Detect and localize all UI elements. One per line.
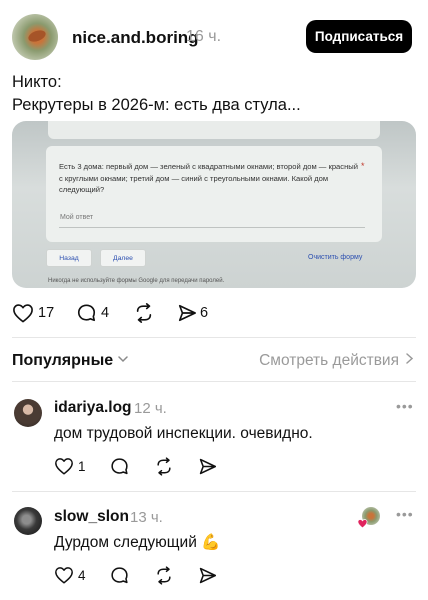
heart-icon: [54, 566, 74, 584]
share-count: 6: [200, 305, 209, 321]
form-answer-line: [59, 227, 365, 228]
comment-reply-icon[interactable]: [110, 457, 129, 481]
post-time: 16 ч.: [186, 28, 222, 45]
comment-text: Дурдом следующий 💪: [54, 534, 221, 551]
heart-filled-icon: [357, 516, 368, 529]
comment-action[interactable]: 4: [76, 303, 109, 323]
comment-username[interactable]: slow_slon: [54, 508, 129, 526]
comment-like-count: 1: [78, 458, 86, 474]
comment-count: 4: [101, 305, 110, 321]
repost-icon: [133, 303, 155, 323]
comment-like-action[interactable]: 4: [54, 566, 86, 584]
heart-icon: [12, 303, 34, 323]
divider: [12, 337, 416, 338]
more-options-icon[interactable]: •••: [396, 506, 414, 522]
sort-dropdown[interactable]: Популярные: [12, 352, 129, 370]
comment-like-count: 4: [78, 567, 86, 583]
like-count: 17: [38, 305, 55, 321]
chevron-down-icon: [117, 352, 129, 370]
form-top-card: [48, 121, 380, 139]
comment-time: 12 ч.: [134, 400, 167, 417]
avatar[interactable]: [12, 14, 58, 60]
follow-button[interactable]: Подписаться: [306, 20, 412, 53]
avatar[interactable]: [14, 507, 42, 535]
repost-icon[interactable]: [154, 566, 174, 590]
repost-action[interactable]: [133, 303, 155, 323]
see-actions-label: Смотреть действия: [259, 352, 399, 369]
form-warning-text: Никогда не используйте формы Google для …: [48, 278, 225, 284]
comment-text: дом трудовой инспекции. очевидно.: [54, 425, 313, 442]
post-username[interactable]: nice.and.boring: [72, 28, 199, 48]
send-icon: [177, 303, 197, 323]
send-icon[interactable]: [198, 457, 217, 481]
divider: [12, 381, 416, 382]
comment-bubble-icon: [76, 303, 97, 323]
comment-like-action[interactable]: 1: [54, 457, 86, 475]
send-icon[interactable]: [198, 566, 217, 590]
heart-icon: [54, 457, 74, 475]
form-clear-link: Очистить форму: [308, 254, 363, 261]
form-next-button: Далее: [100, 249, 146, 267]
divider: [12, 491, 416, 492]
comment-reply-icon[interactable]: [110, 566, 129, 590]
post-image[interactable]: Есть 3 дома: первый дом — зеленый с квад…: [12, 121, 416, 288]
post-text-line-2: Рекрутеры в 2026-м: есть два стула...: [12, 96, 301, 114]
repost-icon[interactable]: [154, 457, 174, 481]
share-action[interactable]: 6: [177, 303, 208, 323]
more-options-icon[interactable]: •••: [396, 398, 414, 414]
chevron-right-icon: [405, 352, 414, 370]
comment-username[interactable]: idariya.log: [54, 399, 132, 417]
comment-time: 13 ч.: [130, 509, 163, 526]
required-mark: *: [361, 161, 365, 171]
avatar[interactable]: [14, 399, 42, 427]
form-back-button: Назад: [46, 249, 92, 267]
post-text-line-1: Никто:: [12, 73, 62, 91]
form-question-text: Есть 3 дома: первый дом — зеленый с квад…: [59, 162, 358, 194]
see-actions-link[interactable]: Смотреть действия: [259, 352, 414, 370]
like-action[interactable]: 17: [12, 303, 54, 323]
sort-label: Популярные: [12, 352, 114, 369]
form-answer-label: Мой ответ: [60, 214, 94, 221]
